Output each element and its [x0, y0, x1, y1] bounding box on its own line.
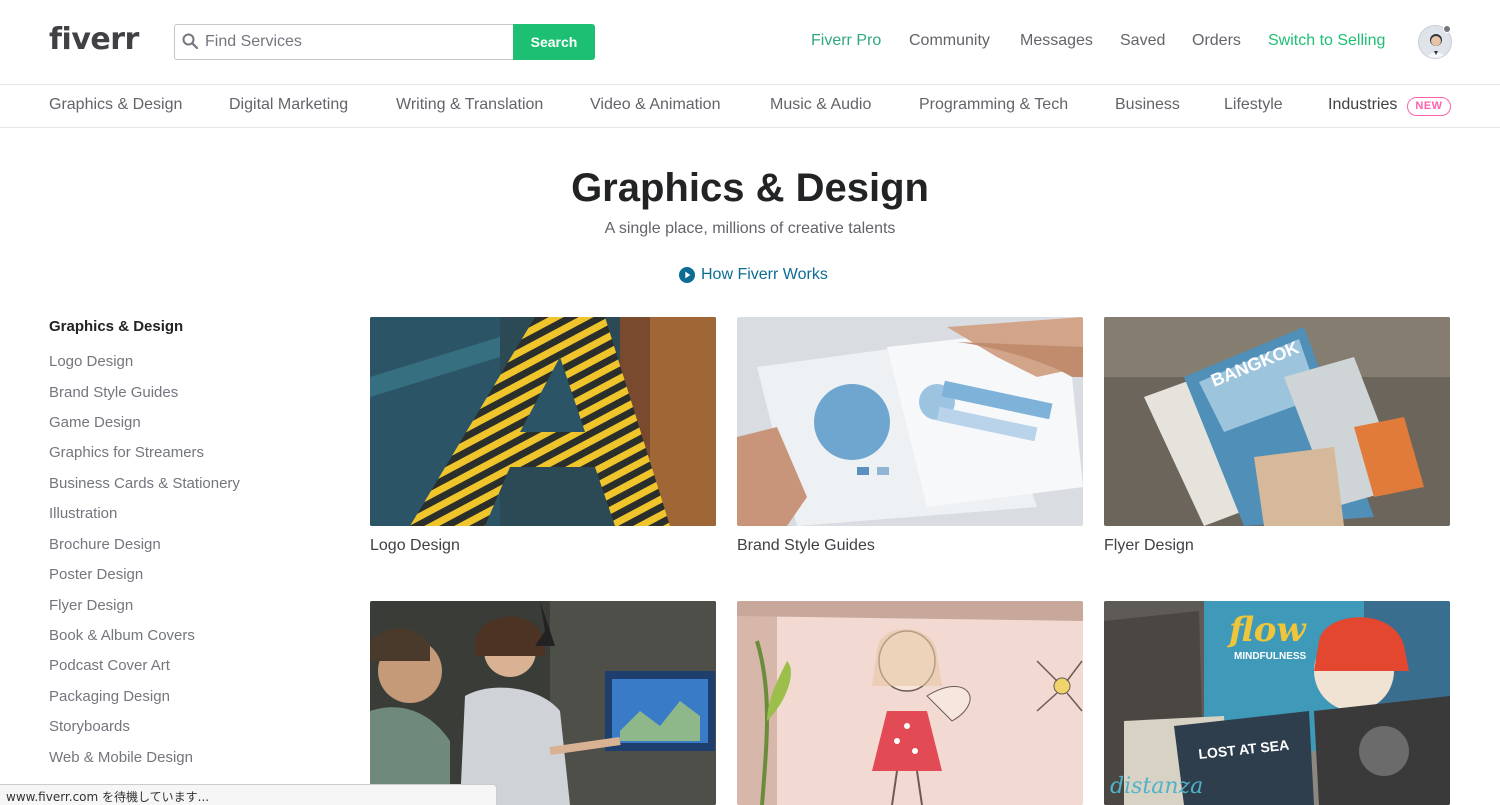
- sidebar-item-graphics-for-streamers[interactable]: Graphics for Streamers: [49, 444, 204, 461]
- card-label-logo-design[interactable]: Logo Design: [370, 537, 460, 555]
- search-input[interactable]: [174, 24, 513, 60]
- browser-status-bar: www.fiverr.com を待機しています...: [0, 784, 497, 805]
- sidebar-item-brand-style-guides[interactable]: Brand Style Guides: [49, 384, 178, 401]
- magazines-photo: flow MINDFULNESS LOST AT SEA distanza: [1104, 601, 1450, 805]
- sidebar-item-illustration[interactable]: Illustration: [49, 505, 117, 522]
- category-digital-marketing[interactable]: Digital Marketing: [229, 96, 348, 114]
- category-business[interactable]: Business: [1115, 96, 1180, 114]
- sidebar-item-podcast-cover-art[interactable]: Podcast Cover Art: [49, 657, 170, 674]
- sidebar-item-brochure-design[interactable]: Brochure Design: [49, 536, 161, 553]
- distanza-text: distanza: [1110, 774, 1203, 799]
- how-fiverr-works-label: How Fiverr Works: [701, 266, 828, 283]
- card-image-logo-design[interactable]: [370, 317, 716, 526]
- nav-community[interactable]: Community: [909, 32, 990, 50]
- flyer-photo: BANGKOK: [1104, 317, 1450, 526]
- sidebar-item-storyboards[interactable]: Storyboards: [49, 718, 130, 735]
- card-image-designers[interactable]: [370, 601, 716, 805]
- online-status-dot: [1443, 25, 1451, 33]
- mindfulness-text: MINDFULNESS: [1234, 651, 1307, 662]
- search-icon: [182, 33, 198, 49]
- card-image-brand-style-guides[interactable]: [737, 317, 1083, 526]
- card-image-book-covers[interactable]: flow MINDFULNESS LOST AT SEA distanza: [1104, 601, 1450, 805]
- sidebar-item-packaging-design[interactable]: Packaging Design: [49, 688, 170, 705]
- sidebar-item-book-album-covers[interactable]: Book & Album Covers: [49, 627, 195, 644]
- designers-photo: [370, 601, 716, 805]
- nav-switch-to-selling[interactable]: Switch to Selling: [1268, 32, 1385, 50]
- nav-saved[interactable]: Saved: [1120, 32, 1165, 50]
- sidebar-item-business-cards[interactable]: Business Cards & Stationery: [49, 475, 240, 492]
- new-badge: NEW: [1407, 97, 1451, 116]
- letter-a-photo: [370, 317, 716, 526]
- sidebar-item-game-design[interactable]: Game Design: [49, 414, 141, 431]
- card-image-illustration[interactable]: [737, 601, 1083, 805]
- category-writing-translation[interactable]: Writing & Translation: [396, 96, 543, 114]
- search-button[interactable]: Search: [513, 24, 595, 60]
- play-circle-icon: [679, 267, 695, 283]
- category-industries[interactable]: Industries: [1328, 96, 1397, 114]
- how-fiverr-works-link[interactable]: How Fiverr Works: [679, 266, 828, 284]
- sidebar-item-web-mobile-design[interactable]: Web & Mobile Design: [49, 749, 193, 766]
- category-music-audio[interactable]: Music & Audio: [770, 96, 871, 114]
- page-subtitle: A single place, millions of creative tal…: [604, 220, 896, 237]
- nav-orders[interactable]: Orders: [1192, 32, 1241, 50]
- fiverr-logo[interactable]: fiverr: [49, 22, 139, 57]
- page-title: Graphics & Design: [571, 166, 929, 210]
- search-bar: Search: [174, 24, 595, 60]
- card-label-brand-style-guides[interactable]: Brand Style Guides: [737, 537, 875, 555]
- category-graphics-design[interactable]: Graphics & Design: [49, 96, 182, 114]
- nav-messages[interactable]: Messages: [1020, 32, 1093, 50]
- card-label-flyer-design[interactable]: Flyer Design: [1104, 537, 1194, 555]
- card-image-flyer-design[interactable]: BANGKOK: [1104, 317, 1450, 526]
- sidebar-title: Graphics & Design: [49, 318, 184, 335]
- sidebar-item-logo-design[interactable]: Logo Design: [49, 353, 133, 370]
- sidebar-item-flyer-design[interactable]: Flyer Design: [49, 597, 133, 614]
- category-lifestyle[interactable]: Lifestyle: [1224, 96, 1283, 114]
- site-header: fiverr Search Fiverr Pro Community Messa…: [0, 0, 1500, 85]
- category-menu: Graphics & Design Digital Marketing Writ…: [0, 85, 1500, 128]
- category-programming-tech[interactable]: Programming & Tech: [919, 96, 1068, 114]
- category-video-animation[interactable]: Video & Animation: [590, 96, 720, 114]
- fairy-illustration-photo: [737, 601, 1083, 805]
- brand-guides-photo: [737, 317, 1083, 526]
- sidebar-item-poster-design[interactable]: Poster Design: [49, 566, 143, 583]
- flow-magazine-text: flow: [1226, 610, 1307, 650]
- nav-fiverr-pro[interactable]: Fiverr Pro: [811, 32, 881, 50]
